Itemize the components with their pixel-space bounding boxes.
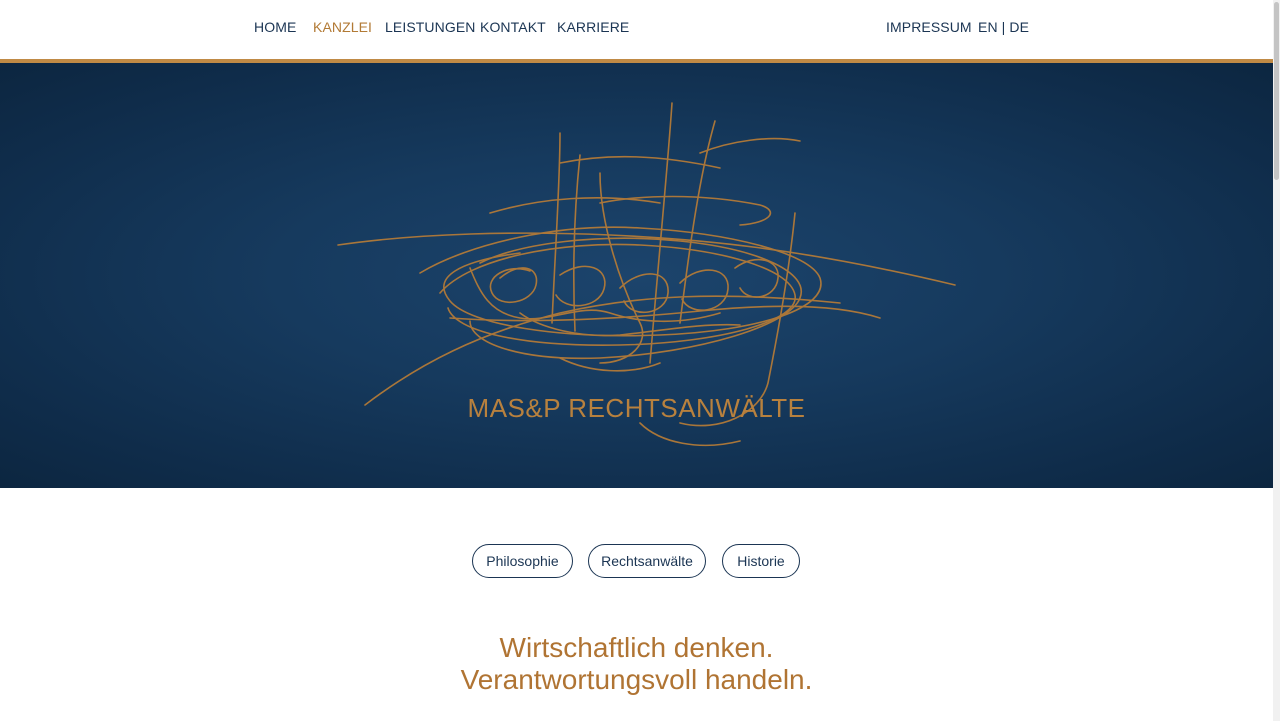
hero-banner: MAS&P RECHTSANWÄLTE (0, 63, 1273, 488)
nav-item-leistungen[interactable]: LEISTUNGEN (385, 18, 475, 36)
tagline-line-1: Wirtschaftlich denken. (499, 632, 774, 663)
tab-historie[interactable]: Historie (722, 544, 800, 578)
signature-logo-icon (337, 102, 956, 447)
scrollbar-thumb[interactable] (1274, 2, 1279, 180)
section-tabs: Philosophie Rechtsanwälte Historie (0, 544, 1273, 578)
tab-rechtsanwaelte[interactable]: Rechtsanwälte (588, 544, 706, 578)
page-scrollbar[interactable] (1273, 0, 1280, 721)
nav-item-kontakt[interactable]: KONTAKT (480, 18, 546, 36)
language-switcher[interactable]: EN | DE (978, 18, 1029, 36)
tagline-line-2: Verantwortungsvoll handeln. (460, 664, 813, 695)
nav-item-impressum[interactable]: IMPRESSUM (886, 18, 972, 36)
nav-item-karriere[interactable]: KARRIERE (557, 18, 629, 36)
nav-item-home[interactable]: HOME (254, 18, 296, 36)
tab-philosophie[interactable]: Philosophie (472, 544, 573, 578)
hero-logo-text: MAS&P RECHTSANWÄLTE (467, 393, 806, 423)
nav-item-kanzlei[interactable]: KANZLEI (313, 18, 372, 36)
top-navigation: HOME KANZLEI LEISTUNGEN KONTAKT KARRIERE… (0, 0, 1273, 59)
